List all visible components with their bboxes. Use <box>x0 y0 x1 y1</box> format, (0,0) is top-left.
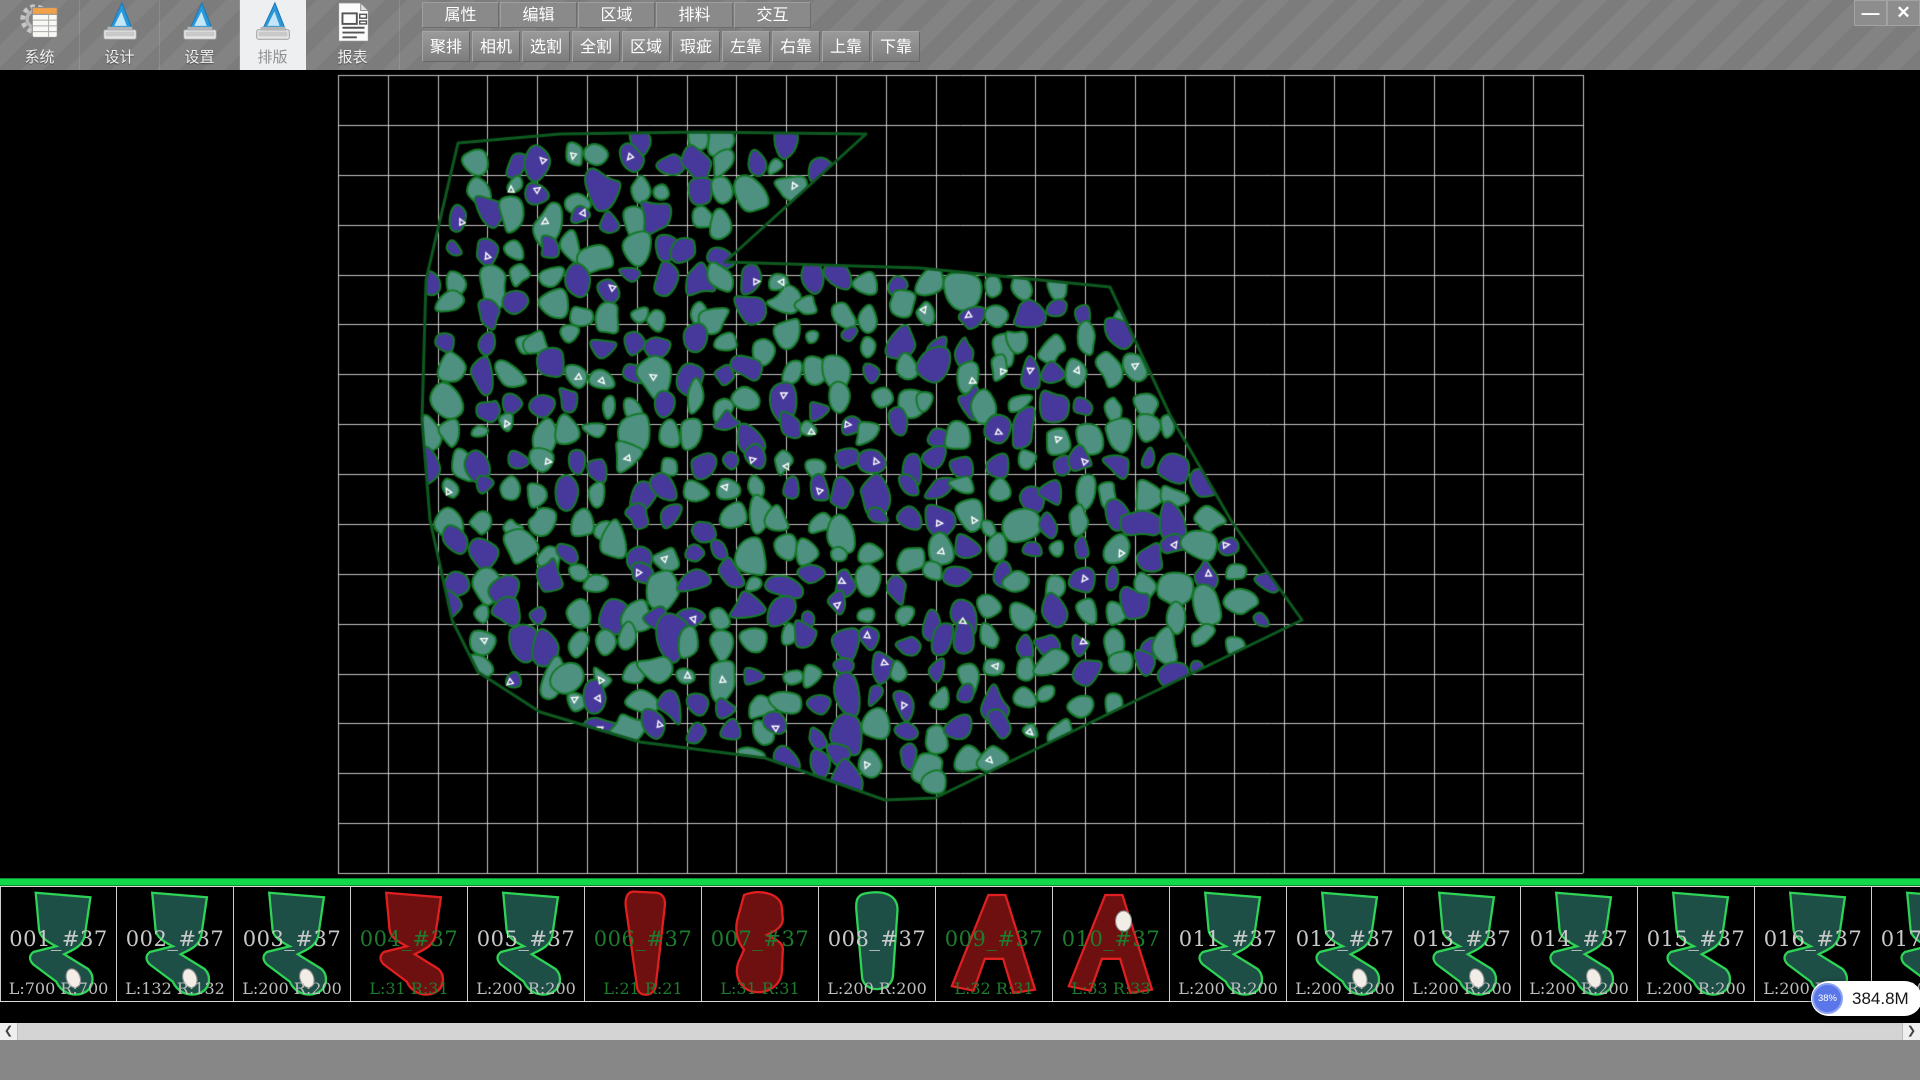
nesting-app-window: 系统设计设置排版报表 属性编辑区域排料交互 聚排相机选割全割区域瑕疵左靠右靠上靠… <box>0 0 1920 1080</box>
piece-thumbnail-010_#37[interactable]: 010_#37L:33 R:33 <box>1053 887 1170 1001</box>
ruler-icon <box>250 0 296 45</box>
tool-button-10[interactable]: 下靠 <box>872 31 920 62</box>
ruler-icon <box>177 0 223 45</box>
menu-item-4[interactable]: 排料 <box>656 2 733 28</box>
piece-thumbnail-015_#37[interactable]: 015_#37L:200 R:200 <box>1638 887 1755 1001</box>
piece-thumbnail-011_#37[interactable]: 011_#37L:200 R:200 <box>1170 887 1287 1001</box>
piece-shape <box>585 887 701 1001</box>
piece-thumbnail-005_#37[interactable]: 005_#37L:200 R:200 <box>468 887 585 1001</box>
close-icon: ✕ <box>1896 3 1910 23</box>
app-button-label: 系统 <box>24 46 54 67</box>
piece-thumbnail-006_#37[interactable]: 006_#37L:21 R:21 <box>585 887 702 1001</box>
piece-shape <box>1404 887 1520 1001</box>
piece-shape <box>468 887 584 1001</box>
tool-button-1[interactable]: 聚排 <box>422 31 470 62</box>
minimize-button[interactable]: — <box>1854 0 1887 26</box>
piece-thumbnail-007_#37[interactable]: 007_#37L:31 R:31 <box>702 887 819 1001</box>
hscrollbar-track[interactable] <box>18 1023 1902 1040</box>
piece-shape <box>1 887 116 1001</box>
menu-item-3[interactable]: 区域 <box>578 2 655 28</box>
status-bar <box>0 1040 1920 1080</box>
piece-shape <box>351 887 467 1001</box>
app-button-5[interactable]: 报表 <box>306 0 400 70</box>
app-button-label: 设计 <box>104 46 134 67</box>
app-button-3[interactable]: 设置 <box>160 0 240 70</box>
piece-thumbnail-004_#37[interactable]: 004_#37L:31 R:31 <box>351 887 468 1001</box>
piece-thumbnail-003_#37[interactable]: 003_#37L:200 R:200 <box>234 887 351 1001</box>
app-button-label: 报表 <box>337 46 367 67</box>
scroll-right-button[interactable]: ❯ <box>1902 1023 1920 1040</box>
piece-thumbnail-001_#37[interactable]: 001_#37L:700 R:700 <box>0 887 117 1001</box>
tool-button-6[interactable]: 瑕疵 <box>672 31 720 62</box>
ruler-icon <box>97 0 143 45</box>
tool-button-4[interactable]: 全割 <box>572 31 620 62</box>
minimize-icon: — <box>1862 3 1880 24</box>
piece-shape <box>117 887 233 1001</box>
chevron-left-icon: ❮ <box>4 1025 13 1037</box>
piece-shape <box>936 887 1052 1001</box>
piece-shape <box>1521 887 1637 1001</box>
menu-item-5[interactable]: 交互 <box>734 2 811 28</box>
nesting-workspace[interactable] <box>0 70 1920 878</box>
chevron-right-icon: ❯ <box>1907 1025 1916 1037</box>
tool-button-2[interactable]: 相机 <box>472 31 520 62</box>
nesting-canvas[interactable] <box>0 70 1920 878</box>
progress-percent-badge: 38% <box>1812 983 1843 1014</box>
memory-status-badge: 38% 384.8M <box>1811 981 1920 1016</box>
tool-button-9[interactable]: 上靠 <box>822 31 870 62</box>
strip-lower-gap <box>0 1002 1920 1023</box>
piece-shape <box>234 887 350 1001</box>
piece-thumbnail-013_#37[interactable]: 013_#37L:200 R:200 <box>1404 887 1521 1001</box>
piece-thumbnail-strip: 001_#37L:700 R:700002_#37L:132 R:132003_… <box>0 886 1920 1002</box>
piece-shape <box>819 887 935 1001</box>
piece-thumbnail-012_#37[interactable]: 012_#37L:200 R:200 <box>1287 887 1404 1001</box>
menu-item-2[interactable]: 编辑 <box>500 2 577 28</box>
toolbar: 系统设计设置排版报表 属性编辑区域排料交互 聚排相机选割全割区域瑕疵左靠右靠上靠… <box>0 0 1920 71</box>
report-icon <box>330 0 376 45</box>
tool-button-8[interactable]: 右靠 <box>772 31 820 62</box>
piece-shape <box>1170 887 1286 1001</box>
app-button-2[interactable]: 设计 <box>80 0 160 70</box>
progress-percent-value: 38% <box>1818 993 1837 1004</box>
app-button-4[interactable]: 排版 <box>240 0 306 70</box>
strip-divider <box>0 878 1920 886</box>
app-button-label: 设置 <box>184 46 214 67</box>
tool-button-7[interactable]: 左靠 <box>722 31 770 62</box>
hscrollbar[interactable]: ❮ ❯ <box>0 1023 1920 1040</box>
piece-thumbnail-008_#37[interactable]: 008_#37L:200 R:200 <box>819 887 936 1001</box>
piece-shape <box>1638 887 1754 1001</box>
menu-item-1[interactable]: 属性 <box>422 2 499 28</box>
memory-value: 384.8M <box>1852 989 1909 1009</box>
gear-table-icon <box>17 0 63 45</box>
close-button[interactable]: ✕ <box>1887 0 1920 26</box>
tool-button-5[interactable]: 区域 <box>622 31 670 62</box>
app-button-label: 排版 <box>257 46 287 67</box>
piece-shape <box>1053 887 1169 1001</box>
scroll-left-button[interactable]: ❮ <box>0 1023 18 1040</box>
piece-thumbnail-009_#37[interactable]: 009_#37L:32 R:31 <box>936 887 1053 1001</box>
piece-shape <box>702 887 818 1001</box>
piece-thumbnail-002_#37[interactable]: 002_#37L:132 R:132 <box>117 887 234 1001</box>
app-button-1[interactable]: 系统 <box>0 0 80 70</box>
piece-thumbnail-014_#37[interactable]: 014_#37L:200 R:200 <box>1521 887 1638 1001</box>
piece-shape <box>1287 887 1403 1001</box>
tool-button-3[interactable]: 选割 <box>522 31 570 62</box>
